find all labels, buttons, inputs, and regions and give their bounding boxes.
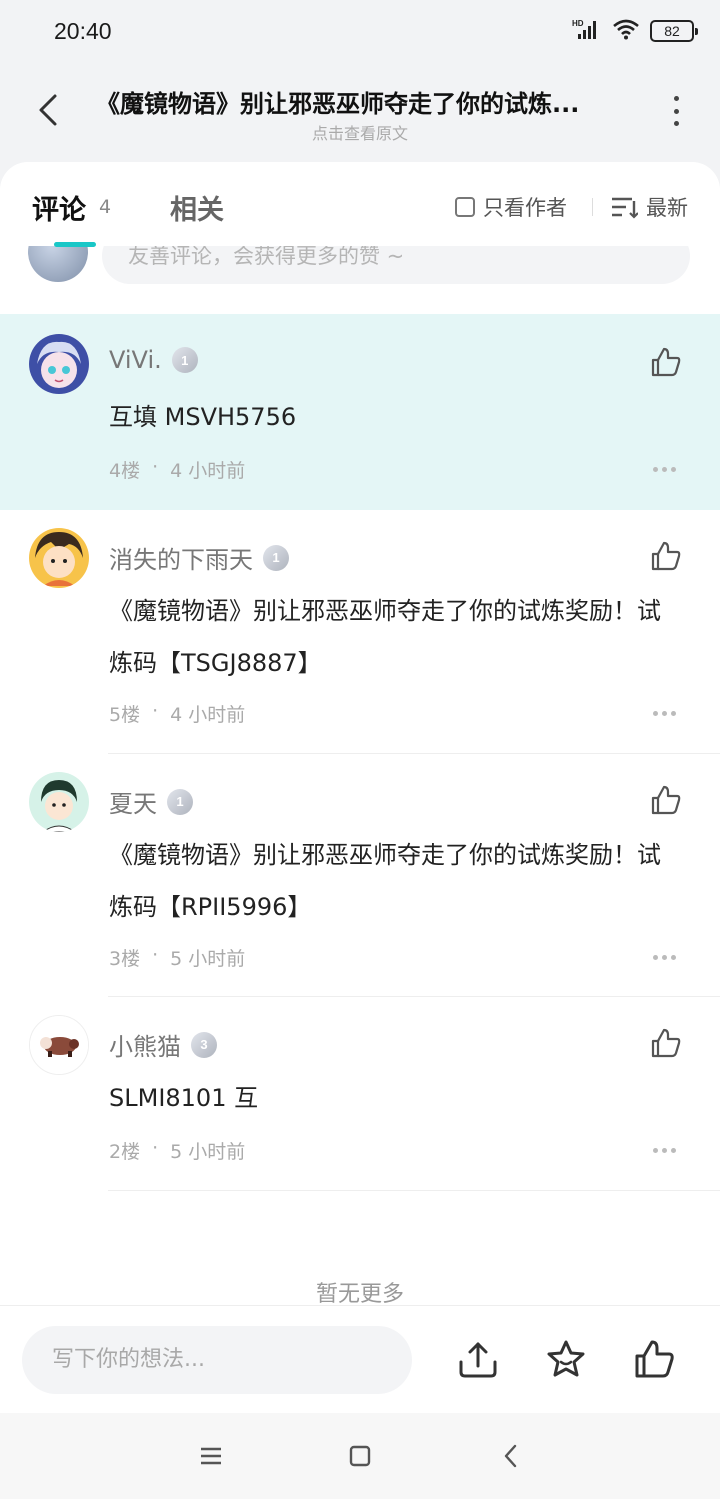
comment-item: 夏天 1 《魔镜物语》别让邪恶巫师夺走了你的试炼奖励！试 炼码【RPII5996…: [0, 754, 720, 997]
comment-text: 《魔镜物语》别让邪恶巫师夺走了你的试炼奖励！试: [109, 841, 661, 869]
thumbs-up-icon[interactable]: [650, 1027, 682, 1059]
thumbs-up-icon[interactable]: [633, 1338, 675, 1380]
comment-text: SLMI8101 互: [109, 1084, 259, 1112]
comment-time: 5 小时前: [170, 1141, 246, 1163]
username-text: 消失的下雨天: [109, 546, 253, 574]
comment-floor: 5楼: [109, 704, 141, 726]
comment-time: 4 小时前: [170, 460, 246, 482]
comment-meta: 3楼 · 5 小时前: [109, 944, 245, 971]
comment-item: 消失的下雨天 1 《魔镜物语》别让邪恶巫师夺走了你的试炼奖励！试 炼码【TSGJ…: [0, 510, 720, 754]
author-only-filter[interactable]: 只看作者: [455, 192, 567, 222]
article-header: 《魔镜物语》别让邪恶巫师夺走了你的试炼... 点击查看原文: [0, 64, 720, 162]
comment-meta: 4楼 · 4 小时前: [109, 456, 245, 483]
comment-more-button[interactable]: [653, 1148, 676, 1153]
comment-count: 4: [99, 196, 112, 218]
level-badge: 1: [167, 788, 193, 815]
system-nav-bar: [0, 1413, 720, 1499]
more-vertical-icon: [673, 96, 679, 101]
view-original-link[interactable]: 点击查看原文: [0, 120, 720, 144]
comment-floor: 3楼: [109, 948, 141, 970]
more-options-button[interactable]: [668, 96, 684, 126]
meta-separator: ·: [152, 1137, 159, 1159]
avatar[interactable]: [29, 528, 89, 588]
author-only-label: 只看作者: [483, 196, 567, 220]
comment-tabs: 评论 4 相关 只看作者 最新: [0, 162, 720, 247]
thumbs-up-icon[interactable]: [650, 346, 682, 378]
wifi-icon: [612, 18, 640, 44]
comment-username[interactable]: 消失的下雨天 1: [109, 540, 289, 575]
star-icon[interactable]: [545, 1338, 587, 1380]
tab-related[interactable]: 相关: [170, 188, 224, 227]
tab-comments[interactable]: 评论: [32, 188, 86, 227]
bottom-action-bar: 写下你的想法...: [0, 1305, 720, 1413]
battery-indicator: 82: [650, 20, 698, 42]
comment-text: 互填 MSVH5756: [109, 403, 297, 431]
comment-meta: 5楼 · 4 小时前: [109, 700, 245, 727]
status-icons: HD 82: [572, 18, 698, 44]
sort-button[interactable]: 最新: [610, 192, 688, 222]
comment-item: ViVi. 1 互填 MSVH5756 4楼 · 4 小时前: [0, 314, 720, 510]
avatar[interactable]: [29, 772, 89, 832]
avatar[interactable]: [29, 334, 89, 394]
meta-separator: ·: [152, 456, 159, 478]
username-text: ViVi.: [109, 346, 162, 374]
comment-meta: 2楼 · 5 小时前: [109, 1137, 245, 1164]
nav-back-icon[interactable]: [496, 1441, 526, 1471]
comment-item: 小熊猫 3 SLMI8101 互 2楼 · 5 小时前: [0, 997, 720, 1191]
sort-icon: [612, 197, 638, 219]
level-badge: 3: [191, 1031, 217, 1058]
tab-indicator: [54, 242, 96, 247]
username-text: 夏天: [109, 790, 157, 818]
comments-sheet: 评论 4 相关 只看作者 最新 友善评论，会获得更多的赞 ~ ViVi. 1 互…: [0, 162, 720, 1305]
signal-icon: HD: [572, 18, 602, 44]
share-icon[interactable]: [457, 1338, 499, 1380]
comment-username[interactable]: 夏天 1: [109, 784, 193, 819]
comment-time: 4 小时前: [170, 704, 246, 726]
home-square-icon[interactable]: [345, 1441, 375, 1471]
comment-text-line2: 炼码【RPII5996】: [109, 893, 312, 921]
comment-more-button[interactable]: [653, 711, 676, 716]
comment-text-line2: 炼码【TSGJ8887】: [109, 649, 322, 677]
sort-label: 最新: [646, 196, 688, 220]
checkbox-icon[interactable]: [455, 197, 475, 217]
comment-more-button[interactable]: [653, 955, 676, 960]
username-text: 小熊猫: [109, 1033, 181, 1061]
thumbs-up-icon[interactable]: [650, 540, 682, 572]
level-badge: 1: [171, 347, 198, 373]
status-bar: 20:40 HD 82: [0, 0, 720, 64]
menu-icon[interactable]: [196, 1441, 226, 1471]
level-badge: 1: [263, 544, 289, 571]
no-more-text: 暂无更多: [315, 1282, 404, 1305]
avatar[interactable]: [29, 1015, 89, 1075]
article-title[interactable]: 《魔镜物语》别让邪恶巫师夺走了你的试炼...: [96, 84, 616, 119]
comment-username[interactable]: 小熊猫 3: [109, 1027, 217, 1062]
comment-input[interactable]: 写下你的想法...: [22, 1326, 412, 1394]
comment-text: 《魔镜物语》别让邪恶巫师夺走了你的试炼奖励！试: [109, 597, 661, 625]
meta-separator: ·: [152, 944, 159, 966]
comment-more-button[interactable]: [653, 467, 676, 472]
status-time: 20:40: [54, 18, 112, 44]
comment-floor: 4楼: [109, 460, 141, 482]
comment-time: 5 小时前: [170, 948, 246, 970]
tab-divider: [592, 198, 593, 216]
comment-divider: [108, 1190, 720, 1191]
thumbs-up-icon[interactable]: [650, 784, 682, 816]
meta-separator: ·: [152, 700, 159, 722]
network-label: HD: [572, 19, 584, 28]
comment-floor: 2楼: [109, 1141, 141, 1163]
comment-username[interactable]: ViVi. 1: [109, 346, 198, 374]
